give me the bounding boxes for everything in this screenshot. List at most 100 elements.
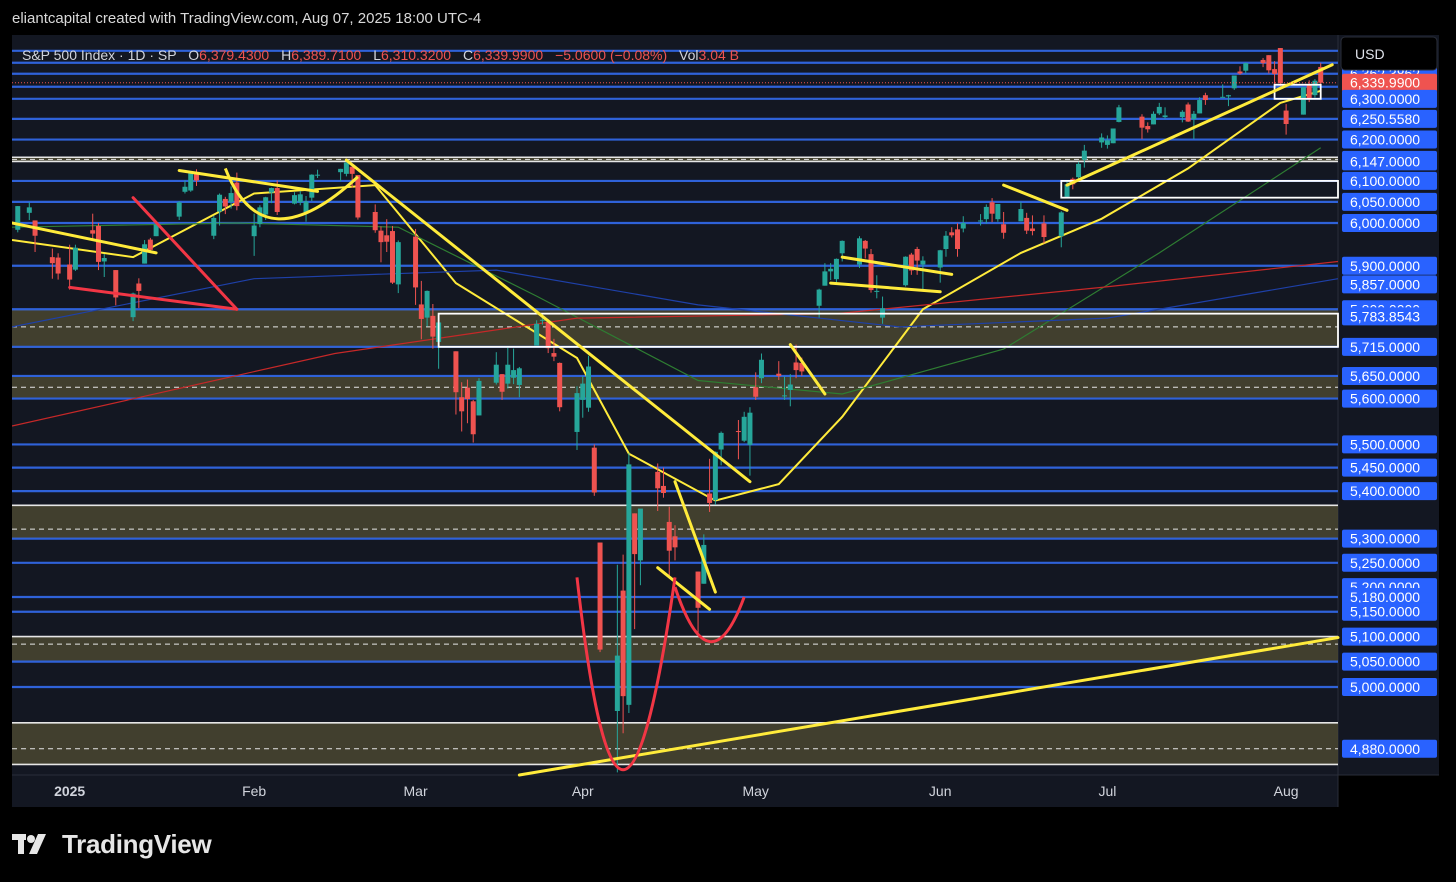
candle-body: [511, 370, 517, 378]
candle-body: [1081, 150, 1087, 160]
sr-zone: [12, 722, 1338, 765]
candle-body: [978, 220, 984, 222]
candle-body: [1179, 111, 1185, 118]
candle-body: [55, 257, 61, 274]
candle-body: [1191, 113, 1197, 120]
candle-body: [1099, 137, 1105, 143]
legend-low: 6,310.3200: [381, 47, 451, 63]
currency-button[interactable]: USD: [1340, 36, 1438, 71]
candle-body: [586, 366, 592, 408]
candle-body: [384, 235, 390, 242]
legend-change: −5.0600 (−0.08%): [555, 47, 667, 63]
price-axis-label: 5,500.0000: [1350, 436, 1420, 452]
candle-body: [1162, 115, 1168, 118]
candle-body: [49, 257, 55, 264]
tradingview-logo[interactable]: TradingView: [12, 826, 212, 862]
legend-close-label: C: [463, 47, 473, 63]
candle-body: [15, 206, 21, 230]
legend-high-label: H: [281, 47, 291, 63]
time-axis-label: Feb: [242, 783, 266, 799]
candle-body: [551, 353, 557, 357]
candle-body: [67, 264, 73, 280]
candle-body: [142, 244, 148, 264]
candle-body: [1116, 107, 1122, 122]
candle-body: [620, 590, 626, 697]
candle-body: [1231, 75, 1237, 89]
candle-body: [1237, 71, 1243, 74]
candle-body: [1266, 55, 1272, 71]
chart-frame[interactable]: S&P 500 Index · 1D · SP O6,379.4300 H6,3…: [12, 35, 1439, 807]
price-axis-label: 6,300.0000: [1350, 91, 1420, 107]
candle-body: [274, 188, 280, 212]
candle-body: [1197, 100, 1203, 114]
candle-body: [101, 258, 107, 262]
candle-body: [355, 175, 361, 218]
candle-body: [464, 387, 470, 400]
candle-body: [1277, 48, 1283, 84]
time-axis-background: [12, 775, 1338, 807]
legend-close: 6,339.9900: [473, 47, 543, 63]
candle-body: [516, 368, 522, 385]
price-axis-label: 5,300.0000: [1350, 531, 1420, 547]
candle-body: [597, 542, 603, 650]
candle-body: [580, 383, 586, 400]
candlestick-chart[interactable]: S&P 500 Index · 1D · SP O6,379.4300 H6,3…: [12, 35, 1439, 807]
legend-open: 6,379.4300: [199, 47, 269, 63]
currency-button-label[interactable]: USD: [1355, 46, 1385, 62]
candle-body: [418, 304, 424, 319]
candle-body: [413, 236, 419, 288]
candle-body: [960, 222, 966, 229]
candle-body: [954, 229, 960, 249]
candle-body: [1300, 87, 1306, 115]
candle-body: [1220, 96, 1226, 98]
candle-body: [574, 393, 580, 432]
candle-body: [470, 401, 476, 435]
candle-body: [1243, 63, 1249, 71]
candle-body: [1202, 95, 1208, 101]
candle-body: [424, 290, 430, 318]
price-axis-label: 6,100.0000: [1350, 173, 1420, 189]
candle-body: [539, 319, 545, 321]
candle-body: [1151, 113, 1157, 125]
candle-body: [776, 373, 782, 376]
price-axis-label: 6,050.0000: [1350, 194, 1420, 210]
candle-body: [476, 380, 482, 416]
candle-body: [263, 197, 269, 215]
candle-body: [493, 364, 499, 383]
time-axis-label: 2025: [54, 783, 85, 799]
candle-body: [1145, 126, 1151, 130]
price-axis-label: 5,783.8543: [1350, 308, 1420, 324]
candle-body: [983, 206, 989, 220]
candle-body: [1260, 59, 1266, 64]
candle-body: [72, 247, 78, 270]
candle-body: [1156, 106, 1162, 114]
candle-body: [545, 322, 551, 349]
candle-body: [297, 194, 303, 203]
candle-body: [1110, 128, 1116, 144]
candle-body: [147, 239, 153, 250]
candle-body: [1272, 69, 1278, 74]
price-axis-label: 5,600.0000: [1350, 391, 1420, 407]
candle-body: [914, 248, 920, 261]
candle-body: [378, 230, 384, 243]
price-axis-label: 6,000.0000: [1350, 215, 1420, 231]
candle-body: [188, 173, 194, 191]
time-axis-label: Mar: [404, 783, 428, 799]
legend-vol: 3.04 B: [699, 47, 739, 63]
price-axis-label: 5,180.0000: [1350, 589, 1420, 605]
chart-header: eliantcapital created with TradingView.c…: [12, 10, 482, 27]
candle-body: [707, 493, 713, 503]
candle-body: [430, 315, 436, 337]
price-axis-label: 5,900.0000: [1350, 258, 1420, 274]
candle-body: [1139, 116, 1145, 128]
candle-body: [372, 211, 378, 231]
candle-body: [672, 536, 678, 548]
candle-body: [839, 240, 845, 254]
time-axis-label: Apr: [572, 783, 594, 799]
candle-body: [712, 451, 718, 501]
candle-body: [26, 207, 32, 213]
price-axis-label: 5,150.0000: [1350, 604, 1420, 620]
candle-body: [268, 188, 274, 193]
candle-body: [1029, 228, 1035, 232]
candle-body: [395, 242, 401, 285]
